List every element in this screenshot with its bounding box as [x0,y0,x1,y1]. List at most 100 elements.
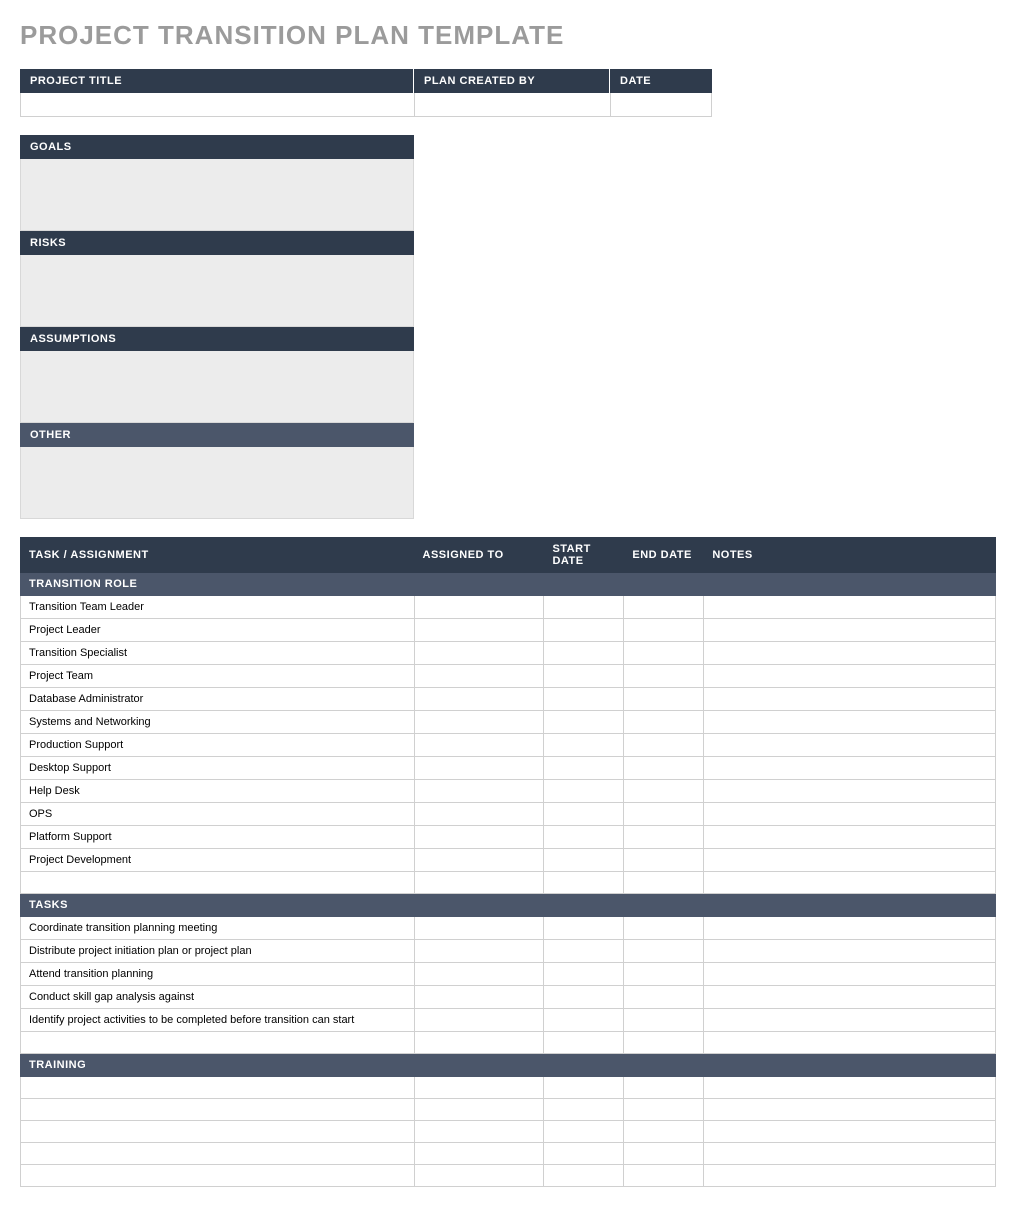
start-date-cell[interactable] [544,803,624,826]
task-cell[interactable]: Transition Specialist [21,642,415,665]
project-title-input[interactable] [20,93,414,117]
other-body[interactable] [20,447,414,519]
notes-cell[interactable] [704,872,996,894]
end-date-cell[interactable] [624,849,704,872]
assigned-cell[interactable] [414,803,544,826]
notes-cell[interactable] [704,780,996,803]
task-cell[interactable]: Project Leader [21,619,415,642]
notes-cell[interactable] [704,849,996,872]
assigned-cell[interactable] [414,711,544,734]
assigned-cell[interactable] [414,1077,544,1099]
assigned-cell[interactable] [414,642,544,665]
notes-cell[interactable] [704,963,996,986]
start-date-cell[interactable] [544,917,624,940]
assigned-cell[interactable] [414,986,544,1009]
start-date-cell[interactable] [544,849,624,872]
assigned-cell[interactable] [414,872,544,894]
end-date-cell[interactable] [624,1143,704,1165]
start-date-cell[interactable] [544,757,624,780]
end-date-cell[interactable] [624,1121,704,1143]
end-date-cell[interactable] [624,963,704,986]
assigned-cell[interactable] [414,1121,544,1143]
end-date-cell[interactable] [624,1032,704,1054]
task-cell[interactable] [21,1165,415,1187]
end-date-cell[interactable] [624,1009,704,1032]
end-date-cell[interactable] [624,665,704,688]
task-cell[interactable] [21,1121,415,1143]
start-date-cell[interactable] [544,1032,624,1054]
task-cell[interactable]: Conduct skill gap analysis against [21,986,415,1009]
task-cell[interactable] [21,1032,415,1054]
notes-cell[interactable] [704,826,996,849]
assigned-cell[interactable] [414,1165,544,1187]
assigned-cell[interactable] [414,734,544,757]
start-date-cell[interactable] [544,596,624,619]
assumptions-body[interactable] [20,351,414,423]
task-cell[interactable] [21,1077,415,1099]
end-date-cell[interactable] [624,1077,704,1099]
start-date-cell[interactable] [544,1143,624,1165]
start-date-cell[interactable] [544,872,624,894]
start-date-cell[interactable] [544,1165,624,1187]
notes-cell[interactable] [704,1165,996,1187]
start-date-cell[interactable] [544,1077,624,1099]
notes-cell[interactable] [704,665,996,688]
notes-cell[interactable] [704,1077,996,1099]
notes-cell[interactable] [704,642,996,665]
notes-cell[interactable] [704,940,996,963]
end-date-cell[interactable] [624,1165,704,1187]
end-date-cell[interactable] [624,596,704,619]
task-cell[interactable]: Coordinate transition planning meeting [21,917,415,940]
assigned-cell[interactable] [414,780,544,803]
assigned-cell[interactable] [414,917,544,940]
task-cell[interactable]: Desktop Support [21,757,415,780]
notes-cell[interactable] [704,619,996,642]
start-date-cell[interactable] [544,619,624,642]
end-date-cell[interactable] [624,734,704,757]
notes-cell[interactable] [704,1143,996,1165]
plan-created-by-input[interactable] [414,93,610,117]
start-date-cell[interactable] [544,1099,624,1121]
end-date-cell[interactable] [624,757,704,780]
task-cell[interactable]: Systems and Networking [21,711,415,734]
assigned-cell[interactable] [414,688,544,711]
assigned-cell[interactable] [414,757,544,780]
task-cell[interactable]: Identify project activities to be comple… [21,1009,415,1032]
start-date-cell[interactable] [544,688,624,711]
notes-cell[interactable] [704,1121,996,1143]
notes-cell[interactable] [704,757,996,780]
notes-cell[interactable] [704,711,996,734]
notes-cell[interactable] [704,1009,996,1032]
task-cell[interactable]: Attend transition planning [21,963,415,986]
goals-body[interactable] [20,159,414,231]
task-cell[interactable]: Platform Support [21,826,415,849]
start-date-cell[interactable] [544,826,624,849]
end-date-cell[interactable] [624,872,704,894]
end-date-cell[interactable] [624,940,704,963]
start-date-cell[interactable] [544,665,624,688]
start-date-cell[interactable] [544,734,624,757]
task-cell[interactable]: Distribute project initiation plan or pr… [21,940,415,963]
notes-cell[interactable] [704,1032,996,1054]
start-date-cell[interactable] [544,963,624,986]
start-date-cell[interactable] [544,940,624,963]
notes-cell[interactable] [704,986,996,1009]
assigned-cell[interactable] [414,849,544,872]
assigned-cell[interactable] [414,1099,544,1121]
end-date-cell[interactable] [624,711,704,734]
start-date-cell[interactable] [544,1009,624,1032]
start-date-cell[interactable] [544,642,624,665]
assigned-cell[interactable] [414,826,544,849]
end-date-cell[interactable] [624,826,704,849]
task-cell[interactable]: Database Administrator [21,688,415,711]
assigned-cell[interactable] [414,619,544,642]
end-date-cell[interactable] [624,642,704,665]
notes-cell[interactable] [704,1099,996,1121]
notes-cell[interactable] [704,803,996,826]
start-date-cell[interactable] [544,780,624,803]
notes-cell[interactable] [704,917,996,940]
task-cell[interactable]: OPS [21,803,415,826]
start-date-cell[interactable] [544,711,624,734]
end-date-cell[interactable] [624,917,704,940]
assigned-cell[interactable] [414,963,544,986]
